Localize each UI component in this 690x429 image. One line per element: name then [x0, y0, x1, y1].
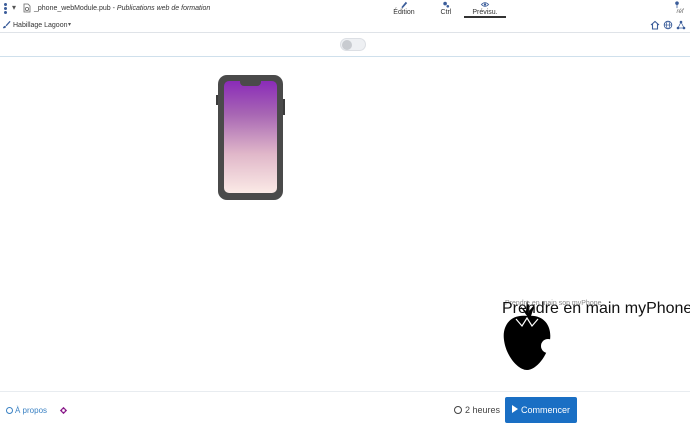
phone-side-button — [283, 99, 285, 115]
top-toolbar: ▾ _phone_webModule.pub - Publications we… — [0, 0, 690, 18]
footer: À propos 2 heures Commencer — [0, 391, 690, 429]
play-icon — [511, 405, 518, 413]
globe-icon[interactable] — [663, 20, 673, 30]
tab-previsu-label: Prévisu. — [472, 9, 498, 16]
collection-name: Publications web de formation — [116, 5, 211, 12]
duration-value: 2 heures — [465, 405, 501, 415]
course-duration: 2 heures — [454, 404, 500, 416]
ref-label: réf — [676, 9, 684, 15]
tab-previsu[interactable]: Prévisu. — [464, 0, 506, 18]
pen-icon — [401, 1, 408, 9]
chevron-down-icon[interactable]: ▾ — [12, 3, 16, 13]
start-label: Commencer — [520, 405, 570, 415]
toggle-knob — [342, 40, 352, 50]
pin-icon — [675, 1, 679, 9]
preview-icon — [480, 2, 490, 7]
preview-options-bar — [0, 33, 690, 57]
ref-button[interactable]: réf — [672, 0, 688, 15]
info-icon — [6, 407, 13, 414]
control-icon — [443, 1, 450, 8]
clock-icon — [454, 406, 462, 414]
about-link[interactable]: À propos — [6, 406, 47, 416]
skin-selector[interactable]: Habillage Lagoon — [13, 21, 68, 30]
network-icon[interactable] — [676, 20, 686, 30]
start-button[interactable]: Commencer — [505, 397, 577, 423]
tab-edition-label: Édition — [393, 9, 415, 16]
tab-ctrl-label: Ctrl — [440, 9, 452, 16]
skin-bar: Habillage Lagoon ▾ — [0, 18, 690, 33]
phone-notch — [240, 81, 261, 86]
about-label: À propos — [15, 406, 48, 415]
document-title: _phone_webModule.pub - Publications web … — [34, 4, 210, 13]
file-name: _phone_webModule.pub — [34, 5, 111, 12]
course-title: Prendre en main myPhone — [502, 300, 690, 317]
preview-toggle[interactable] — [340, 38, 366, 51]
menu-dots-icon[interactable] — [3, 3, 7, 14]
tab-ctrl[interactable]: Ctrl — [436, 0, 456, 18]
chevron-down-icon[interactable]: ▾ — [68, 21, 71, 30]
brand-logo-icon[interactable] — [59, 406, 68, 415]
home-icon[interactable] — [650, 20, 660, 30]
tab-edition[interactable]: Édition — [390, 0, 418, 18]
phone-illustration — [216, 75, 285, 200]
publication-icon — [23, 3, 31, 13]
brush-icon — [2, 20, 11, 29]
view-icons — [650, 20, 686, 30]
phone-side-button — [216, 95, 218, 105]
phone-screen — [224, 81, 277, 193]
